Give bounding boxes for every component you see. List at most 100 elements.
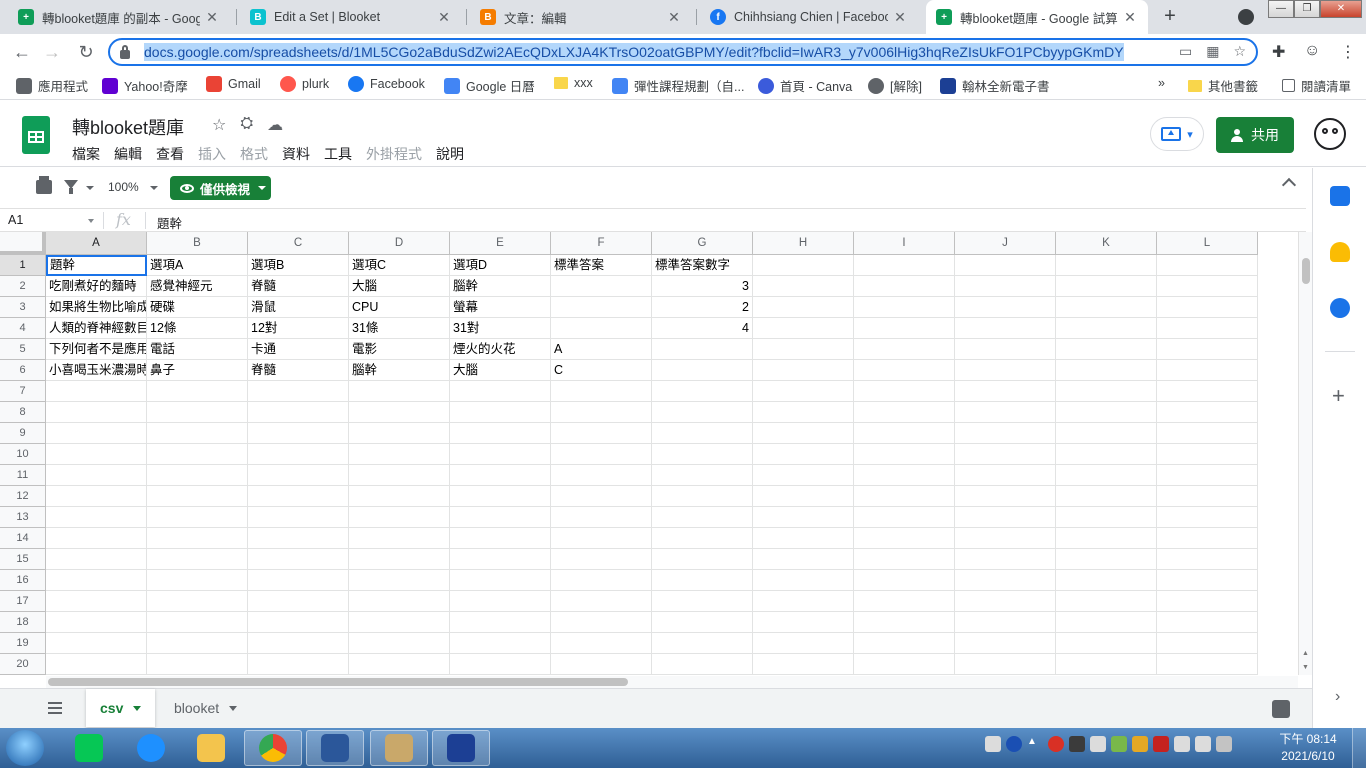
grid-cell[interactable] bbox=[652, 444, 753, 465]
grid-cell[interactable] bbox=[753, 402, 854, 423]
grid-cell[interactable] bbox=[551, 318, 652, 339]
grid-cell[interactable] bbox=[955, 528, 1056, 549]
grid-cell[interactable] bbox=[1157, 339, 1258, 360]
grid-cell[interactable] bbox=[147, 612, 248, 633]
sheets-logo-icon[interactable] bbox=[22, 116, 50, 154]
grid-cell[interactable] bbox=[551, 591, 652, 612]
grid-cell[interactable] bbox=[248, 402, 349, 423]
clipboard-icon[interactable] bbox=[1090, 736, 1106, 752]
grid-cell[interactable] bbox=[551, 570, 652, 591]
grid-cell[interactable] bbox=[147, 423, 248, 444]
row-header[interactable]: 5 bbox=[0, 339, 46, 360]
forward-icon[interactable]: → bbox=[40, 40, 64, 64]
grid-cell[interactable] bbox=[753, 465, 854, 486]
grid-cell[interactable] bbox=[147, 381, 248, 402]
grid-cell[interactable] bbox=[854, 255, 955, 276]
grid-cell[interactable] bbox=[753, 444, 854, 465]
grid-cell[interactable] bbox=[1157, 318, 1258, 339]
grid-cell[interactable] bbox=[147, 486, 248, 507]
antivirus-icon[interactable] bbox=[1048, 736, 1064, 752]
grid-cell[interactable] bbox=[248, 444, 349, 465]
horizontal-scrollbar[interactable] bbox=[46, 676, 1298, 688]
grid-cell[interactable] bbox=[46, 486, 147, 507]
document-title[interactable]: 轉blooket題庫 bbox=[72, 114, 184, 140]
menu-item[interactable]: 編輯 bbox=[114, 144, 142, 164]
tab-search-icon[interactable] bbox=[1238, 9, 1254, 25]
grid-cell[interactable]: C bbox=[551, 360, 652, 381]
grid-cell[interactable] bbox=[551, 297, 652, 318]
tab-close-icon[interactable]: ✕ bbox=[1122, 9, 1138, 26]
bookmark-item[interactable]: 翰林全新電子書 bbox=[940, 76, 1050, 95]
grid-cell[interactable] bbox=[450, 612, 551, 633]
grid-cell[interactable] bbox=[248, 654, 349, 675]
flag-icon[interactable] bbox=[1132, 736, 1148, 752]
grid-cell[interactable] bbox=[46, 381, 147, 402]
grid-cell[interactable] bbox=[1157, 633, 1258, 654]
grid-cell[interactable] bbox=[652, 423, 753, 444]
grid-cell[interactable] bbox=[854, 507, 955, 528]
grid-cell[interactable] bbox=[349, 633, 450, 654]
system-clock[interactable]: 下午 08:14 2021/6/10 bbox=[1276, 731, 1340, 765]
grid-cell[interactable] bbox=[753, 276, 854, 297]
grid-cell[interactable] bbox=[753, 381, 854, 402]
grid-cell[interactable]: A bbox=[551, 339, 652, 360]
bookmark-item[interactable]: Yahoo!奇摩 bbox=[102, 76, 188, 95]
grid-cell[interactable] bbox=[450, 402, 551, 423]
tab-close-icon[interactable]: ✕ bbox=[892, 9, 908, 26]
grid-cell[interactable] bbox=[854, 339, 955, 360]
filter-icon[interactable] bbox=[64, 180, 78, 194]
grid-cell[interactable] bbox=[753, 360, 854, 381]
grid-cell[interactable] bbox=[955, 360, 1056, 381]
grid-cell[interactable] bbox=[248, 612, 349, 633]
row-header[interactable]: 9 bbox=[0, 423, 46, 444]
grid-cell[interactable] bbox=[450, 444, 551, 465]
cloud-status-icon[interactable]: ☁ bbox=[267, 115, 283, 135]
grid-cell[interactable] bbox=[1157, 360, 1258, 381]
row-header[interactable]: 20 bbox=[0, 654, 46, 675]
grid-cell[interactable] bbox=[854, 486, 955, 507]
grid-cell[interactable] bbox=[652, 633, 753, 654]
grid-cell[interactable] bbox=[753, 570, 854, 591]
grid-cell[interactable] bbox=[955, 570, 1056, 591]
other-bookmarks[interactable]: 其他書籤 bbox=[1188, 76, 1258, 95]
grid-cell[interactable] bbox=[1056, 528, 1157, 549]
grid-cell[interactable] bbox=[955, 612, 1056, 633]
grid-cell[interactable]: 下列何者不是應用 bbox=[46, 339, 147, 360]
grid-cell[interactable]: 大腦 bbox=[349, 276, 450, 297]
grid-cell[interactable] bbox=[147, 591, 248, 612]
grid-cell[interactable]: 選項D bbox=[450, 255, 551, 276]
grid-cell[interactable] bbox=[1056, 486, 1157, 507]
grid-cell[interactable]: 12條 bbox=[147, 318, 248, 339]
grid-cell[interactable] bbox=[1157, 612, 1258, 633]
grid-cell[interactable] bbox=[955, 591, 1056, 612]
row-header[interactable]: 13 bbox=[0, 507, 46, 528]
grid-cell[interactable] bbox=[955, 276, 1056, 297]
present-button[interactable]: ▾ bbox=[1150, 117, 1204, 151]
grid-cell[interactable] bbox=[652, 570, 753, 591]
grid-cell[interactable]: 電話 bbox=[147, 339, 248, 360]
grid-cell[interactable] bbox=[1056, 402, 1157, 423]
grid-cell[interactable] bbox=[955, 507, 1056, 528]
grid-cell[interactable] bbox=[1056, 570, 1157, 591]
minimize-button[interactable]: — bbox=[1268, 0, 1294, 18]
chevron-down-icon[interactable] bbox=[229, 705, 238, 711]
grid-cell[interactable]: 脊髓 bbox=[248, 276, 349, 297]
bookmark-item[interactable]: 首頁 - Canva bbox=[758, 76, 852, 95]
grid-cell[interactable]: 卡通 bbox=[248, 339, 349, 360]
bookmark-item[interactable]: Facebook bbox=[348, 76, 425, 92]
grid-cell[interactable] bbox=[147, 528, 248, 549]
grid-cell[interactable] bbox=[248, 549, 349, 570]
grid-cell[interactable] bbox=[248, 507, 349, 528]
column-header[interactable]: E bbox=[450, 232, 551, 255]
grid-cell[interactable] bbox=[753, 549, 854, 570]
grid-cell[interactable]: 2 bbox=[652, 297, 753, 318]
grid-cell[interactable] bbox=[854, 465, 955, 486]
browser-tab[interactable]: + 轉blooket題庫 的副本 - Google ✕ bbox=[8, 0, 230, 34]
grid-cell[interactable] bbox=[551, 654, 652, 675]
grid-cell[interactable] bbox=[1157, 255, 1258, 276]
lock-icon[interactable] bbox=[120, 44, 130, 59]
row-header[interactable]: 14 bbox=[0, 528, 46, 549]
menu-item[interactable]: 格式 bbox=[240, 144, 268, 164]
row-header[interactable]: 6 bbox=[0, 360, 46, 381]
grid-cell[interactable] bbox=[854, 612, 955, 633]
